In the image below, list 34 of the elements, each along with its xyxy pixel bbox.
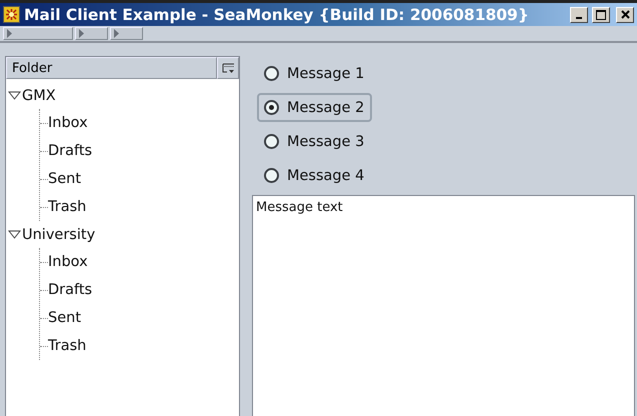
maximize-icon [596,10,606,20]
triangle-icon [114,29,119,38]
message-radio[interactable]: Message 3 [257,127,372,156]
tree-item[interactable]: Drafts [48,143,92,159]
toolbar-grippy[interactable] [75,27,108,40]
tree-item[interactable]: Drafts [48,282,92,298]
close-icon [620,10,630,19]
window-title: Mail Client Example - SeaMonkey {Build ID: 2006081809} [24,6,530,24]
column-picker-button[interactable] [217,57,239,79]
message-radio[interactable]: Message 4 [257,161,372,190]
triangle-icon [79,29,84,38]
tree-item[interactable]: Inbox [48,254,88,270]
tree-item[interactable]: Sent [48,171,82,187]
message-text-field[interactable]: Message text [252,195,635,416]
message-radio[interactable]: Message 2 [257,93,372,122]
column-picker-icon [222,62,234,74]
expanded-triangle-icon[interactable] [8,91,21,100]
triangle-icon [7,29,12,38]
maximize-button[interactable] [592,6,610,22]
expanded-triangle-icon[interactable] [8,230,21,239]
minimize-icon [576,16,582,18]
column-header[interactable]: Folder [6,57,217,79]
app-icon [3,6,20,23]
tree-folder[interactable]: University [6,221,239,248]
toolbar-grippy[interactable] [3,27,73,40]
tree-folder[interactable]: GMX [6,82,239,109]
toolbar-grippy[interactable] [110,27,143,40]
tree-item[interactable]: Sent [48,310,82,326]
message-radio[interactable]: Message 1 [257,59,372,88]
tree-item[interactable]: Trash [48,338,86,354]
minimize-button[interactable] [570,6,588,22]
close-button[interactable] [616,6,634,22]
tree-item[interactable]: Trash [48,199,86,215]
tree-item[interactable]: Inbox [48,115,88,131]
